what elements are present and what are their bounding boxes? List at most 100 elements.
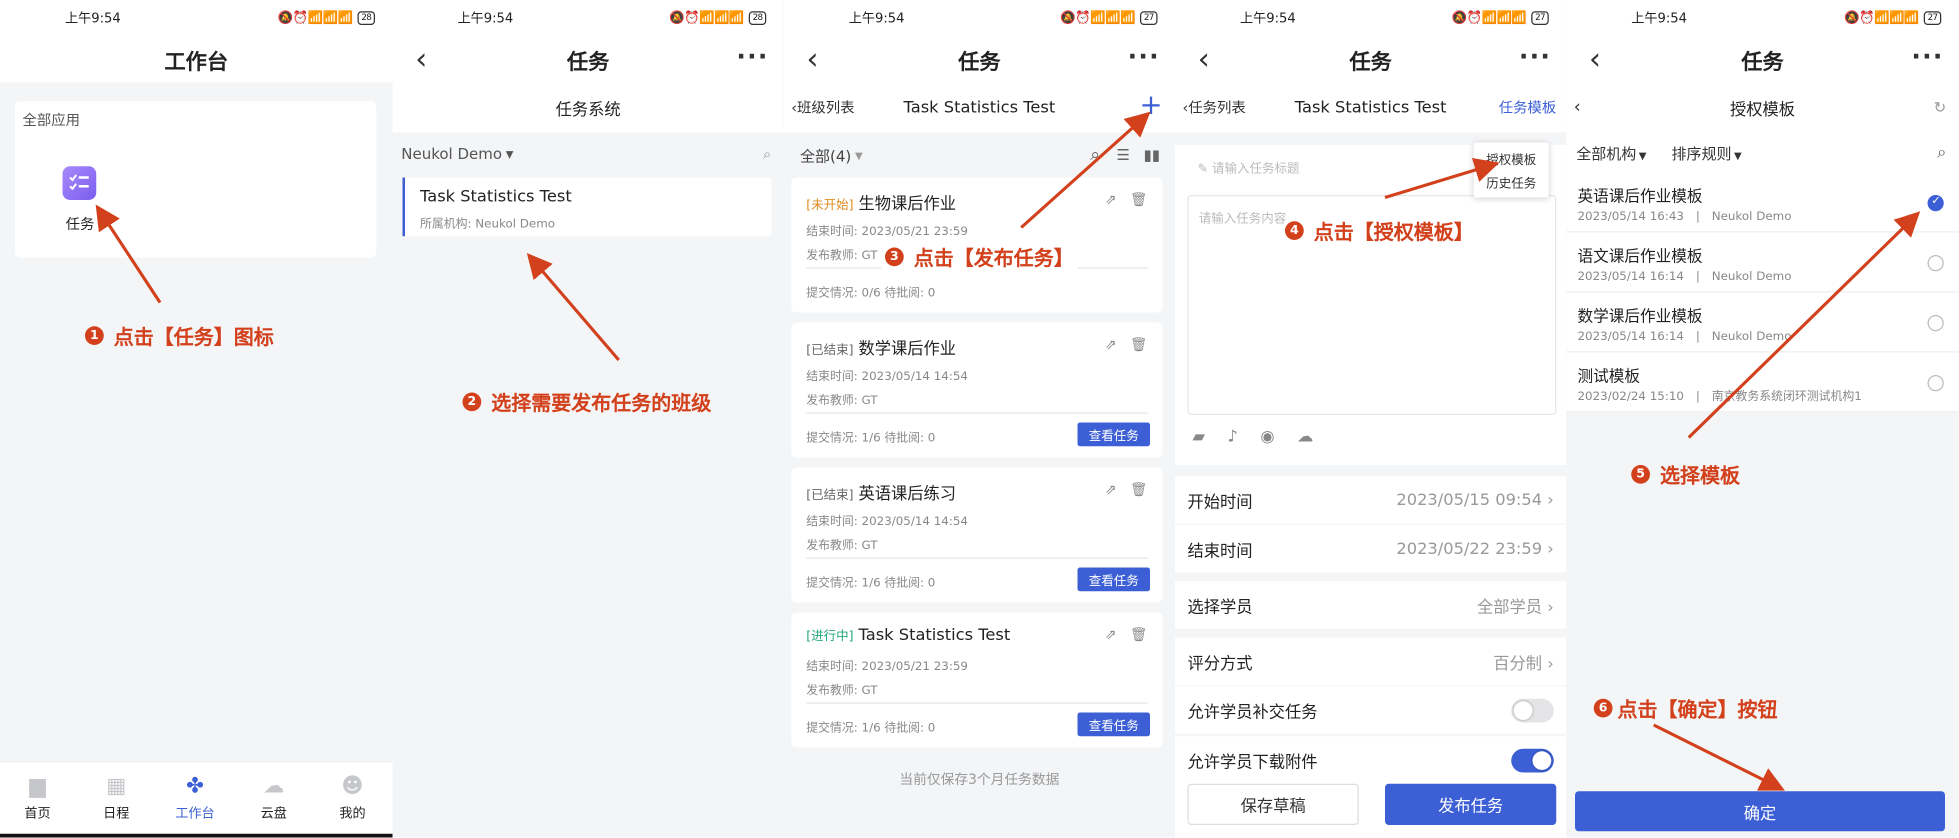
status-filter[interactable]: 全部(4) ▼ ⌕ ☰ ▮▮ xyxy=(784,133,1175,178)
trash-icon[interactable]: 🗑 xyxy=(1130,481,1147,497)
nav-bar: ‹ 任务 ··· xyxy=(783,35,1175,83)
status-bar: 上午9:54 🔕⏰📶📶📶 27 xyxy=(1566,0,1959,35)
publish-task-button[interactable]: 发布任务 xyxy=(1385,783,1557,825)
start-time-row[interactable]: 开始时间 2023/05/15 09:54 › xyxy=(1175,476,1567,524)
retention-note: 当前仅保存3个月任务数据 xyxy=(899,771,1060,788)
refresh-icon[interactable]: ↻ xyxy=(1934,99,1947,117)
share-icon[interactable]: ⇗ xyxy=(1105,626,1120,642)
template-item[interactable]: 数学课后作业模板 2023/05/14 16:14 | Neukol Demo xyxy=(1566,292,1959,353)
task-submit-stats: 提交情况: 1/6 待批阅: 0 xyxy=(806,576,936,590)
tab-me[interactable]: ☻ 我的 xyxy=(328,775,378,823)
panel-task-list: 上午9:54 🔕⏰📶📶📶 27 ‹ 任务 ··· ‹ 班级列表 Task Stat… xyxy=(783,0,1175,838)
back-to-task-list[interactable]: ‹ 任务列表 xyxy=(1183,83,1246,133)
add-task-icon[interactable]: + xyxy=(1139,90,1162,121)
task-teacher: 发布教师: GT xyxy=(806,538,878,553)
stats-icon[interactable]: ▮▮ xyxy=(1143,146,1160,164)
back-icon[interactable]: ‹ xyxy=(1576,39,1614,79)
task-card[interactable]: [进行中] Task Statistics Test ⇗ 🗑 结束时间: 2023/… xyxy=(791,612,1163,748)
more-icon[interactable]: ··· xyxy=(1125,41,1163,76)
mic-icon[interactable]: ♪ xyxy=(1228,428,1238,447)
task-card[interactable]: [已结束] 数学课后作业 ⇗ 🗑 结束时间: 2023/05/14 14:54 发布… xyxy=(791,322,1163,458)
template-meta: 2023/02/24 15:10 | 南京教务系统闭环测试机构1 xyxy=(1577,390,1862,404)
subheader: ‹ 任务列表 Task Statistics Test 任务模板 xyxy=(1175,82,1567,133)
annotation-2: 2 选择需要发布任务的班级 xyxy=(462,386,711,416)
grading-row[interactable]: 评分方式 百分制 › xyxy=(1175,637,1567,685)
view-task-button[interactable]: 查看任务 xyxy=(1077,422,1150,447)
folder-icon[interactable]: ▰ xyxy=(1193,428,1206,447)
trash-icon[interactable]: 🗑 xyxy=(1130,336,1147,352)
status-time: 上午9:54 xyxy=(1240,10,1296,26)
more-icon[interactable]: ··· xyxy=(1516,41,1554,76)
tab-home[interactable]: ▆ 首页 xyxy=(13,775,63,823)
back-icon[interactable]: ‹ xyxy=(1574,83,1581,133)
select-students-row[interactable]: 选择学员 全部学员 › xyxy=(1175,581,1567,629)
task-submit-stats: 提交情况: 0/6 待批阅: 0 xyxy=(806,286,936,300)
makeup-toggle[interactable] xyxy=(1511,698,1554,722)
more-icon[interactable]: ··· xyxy=(1909,41,1947,76)
template-item[interactable]: 语文课后作业模板 2023/05/14 16:14 | Neukol Demo xyxy=(1566,232,1959,293)
trash-icon[interactable]: 🗑 xyxy=(1130,191,1147,207)
filter-bar: 全部机构 ▼ 排序规则 ▼ ⌕ xyxy=(1566,132,1959,173)
template-radio[interactable] xyxy=(1927,375,1944,392)
template-name: 语文课后作业模板 xyxy=(1577,246,1703,265)
back-icon[interactable]: ‹ xyxy=(1185,39,1223,79)
divider xyxy=(806,702,1148,704)
status-time: 上午9:54 xyxy=(457,10,514,26)
sort-icon[interactable]: ☰ xyxy=(1117,146,1130,164)
task-submit-stats: 提交情况: 1/6 待批阅: 0 xyxy=(806,431,936,445)
panel-new-task: 上午9:54 🔕⏰📶📶📶 27 ‹ 任务 ··· ‹ 任务列表 Task Stat… xyxy=(1175,0,1567,838)
template-item[interactable]: 英语课后作业模板 2023/05/14 16:43 | Neukol Demo xyxy=(1566,172,1959,233)
view-task-button[interactable]: 查看任务 xyxy=(1077,567,1150,592)
view-task-button[interactable]: 查看任务 xyxy=(1077,712,1150,737)
task-card[interactable]: [已结束] 英语课后练习 ⇗ 🗑 结束时间: 2023/05/14 14:54 发布… xyxy=(791,467,1163,603)
camera-icon[interactable]: ◉ xyxy=(1260,428,1274,447)
template-name: 测试模板 xyxy=(1577,366,1641,385)
back-icon[interactable]: ‹ xyxy=(794,39,832,79)
nav-bar: 工作台 xyxy=(0,35,393,83)
search-icon[interactable]: ⌕ xyxy=(1937,143,1946,162)
class-item[interactable]: Task Statistics Test 所属机构: Neukol Demo xyxy=(402,177,772,237)
tab-cloud[interactable]: ☁ 云盘 xyxy=(249,775,299,823)
trash-icon[interactable]: 🗑 xyxy=(1130,626,1147,642)
status-time: 上午9:54 xyxy=(1631,10,1687,26)
confirm-button[interactable]: 确定 xyxy=(1575,791,1945,832)
chevron-right-icon: › xyxy=(1547,490,1554,510)
search-icon[interactable]: ⌕ xyxy=(1090,145,1100,165)
more-icon[interactable]: ··· xyxy=(734,41,772,76)
template-item[interactable]: 测试模板 2023/02/24 15:10 | 南京教务系统闭环测试机构1 xyxy=(1566,352,1959,413)
template-radio[interactable] xyxy=(1927,195,1944,212)
task-app-label[interactable]: 任务 xyxy=(53,214,108,234)
menu-history-tasks[interactable]: 历史任务 xyxy=(1474,173,1549,192)
template-radio[interactable] xyxy=(1927,255,1944,272)
share-icon[interactable]: ⇗ xyxy=(1105,191,1120,207)
task-teacher: 发布教师: GT xyxy=(806,683,878,698)
task-end-time: 结束时间: 2023/05/21 23:59 xyxy=(806,225,968,239)
task-name: 英语课后练习 xyxy=(858,485,957,504)
sort-filter[interactable]: 排序规则 ▼ xyxy=(1671,142,1741,163)
template-link[interactable]: 任务模板 xyxy=(1499,98,1557,118)
template-radio[interactable] xyxy=(1927,315,1944,332)
save-draft-button[interactable]: 保存草稿 xyxy=(1187,783,1359,825)
task-title: [已结束] 数学课后作业 xyxy=(806,335,956,359)
status-bar: 上午9:54 🔕⏰📶📶📶 27 xyxy=(1175,0,1567,35)
end-time-row[interactable]: 结束时间 2023/05/22 23:59 › xyxy=(1175,525,1567,573)
cloud-icon[interactable]: ☁ xyxy=(1297,428,1313,447)
org-filter[interactable]: Neukol Demo ▼ ⌕ xyxy=(393,133,784,176)
share-icon[interactable]: ⇗ xyxy=(1105,336,1120,352)
menu-authorized-templates[interactable]: 授权模板 xyxy=(1474,149,1549,168)
status-icons: 🔕⏰📶📶📶 28 xyxy=(669,10,767,25)
share-icon[interactable]: ⇗ xyxy=(1105,481,1120,497)
search-icon[interactable]: ⌕ xyxy=(763,144,771,163)
org-filter[interactable]: 全部机构 ▼ xyxy=(1576,142,1646,163)
back-icon[interactable]: ‹ xyxy=(403,39,441,79)
makeup-toggle-row: 允许学员补交任务 xyxy=(1175,686,1567,734)
subheader: ‹ 授权模板 ↻ xyxy=(1566,82,1959,133)
nav-bar: ‹ 任务 ··· xyxy=(1566,35,1959,83)
tab-workbench[interactable]: ✤ 工作台 xyxy=(170,775,220,823)
template-meta: 2023/05/14 16:14 | Neukol Demo xyxy=(1577,270,1792,284)
title-input[interactable]: ✎ 请输入任务标题 xyxy=(1198,158,1300,177)
task-app-icon[interactable] xyxy=(62,166,97,200)
tab-schedule[interactable]: ▦ 日程 xyxy=(91,775,141,823)
download-toggle[interactable] xyxy=(1511,748,1554,772)
back-to-class-list[interactable]: ‹ 班级列表 xyxy=(791,83,854,133)
